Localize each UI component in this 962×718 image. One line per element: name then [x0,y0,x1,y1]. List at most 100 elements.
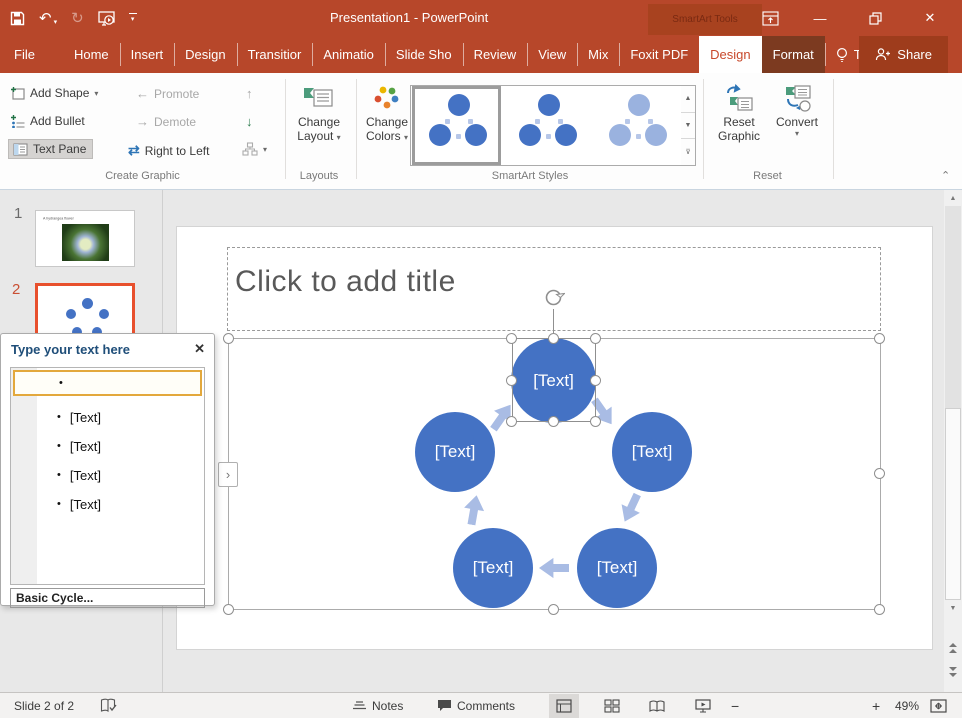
tab-review[interactable]: Review [463,36,528,73]
normal-view-button[interactable] [549,694,579,718]
reading-view-button[interactable] [642,694,672,718]
frame-handle-ne[interactable] [874,333,885,344]
tab-mix[interactable]: Mix [577,36,619,73]
zoom-level[interactable]: 49% [895,693,919,718]
tab-file[interactable]: File [0,36,53,73]
smartart-node-left[interactable]: [Text] [415,412,495,492]
tab-foxit-pdf[interactable]: Foxit PDF [619,36,699,73]
tab-animations[interactable]: Animatio [312,36,385,73]
frame-handle-sw[interactable] [223,604,234,615]
smartart-node-bottom-left[interactable]: [Text] [453,528,533,608]
convert-button[interactable]: Convert ▾ [768,83,826,138]
rotate-handle[interactable] [542,286,565,309]
text-pane-row[interactable]: • [Text] [13,404,202,430]
collapse-ribbon-button[interactable]: ⌃ [941,169,950,182]
notes-button[interactable]: Notes [352,693,403,718]
gallery-scroll-up-button[interactable]: ▲ [681,86,695,113]
text-pane-row[interactable]: • [Text] [13,462,202,488]
change-layout-label-2: Layout [297,129,333,143]
next-slide-button[interactable] [944,664,962,680]
tab-design[interactable]: Design [174,36,236,73]
add-bullet-button[interactable]: Add Bullet [10,114,85,128]
tab-smartart-format[interactable]: Format [762,36,825,73]
undo-button[interactable]: ↶ ▾ [39,11,57,26]
text-pane-row-active[interactable]: • [13,370,202,396]
comments-button[interactable]: Comments [437,693,515,718]
save-icon[interactable] [10,11,25,26]
add-shape-button[interactable]: Add Shape ▾ [10,86,98,100]
shape-handle-se[interactable] [590,416,601,427]
change-colors-button[interactable]: Change Colors ▾ [358,83,416,143]
frame-handle-nw[interactable] [223,333,234,344]
right-to-left-button[interactable]: ⇄ Right to Left [128,142,209,159]
gallery-scroll-down-button[interactable]: ▼ [681,113,695,140]
text-pane-row[interactable]: • [Text] [13,433,202,459]
scroll-down-button[interactable]: ▼ [944,600,962,616]
gallery-more-button[interactable]: ⊽ [681,139,695,165]
tab-insert[interactable]: Insert [120,36,175,73]
tab-home[interactable]: Home [63,36,120,73]
share-button[interactable]: Share [859,36,948,73]
reset-graphic-button[interactable]: Reset Graphic [710,83,768,143]
text-pane-header[interactable]: Type your text here [1,334,214,364]
text-pane-close-icon[interactable]: ✕ [194,341,205,357]
close-button[interactable]: ✕ [910,0,950,36]
smartart-style-gallery [410,85,681,166]
text-pane-row[interactable]: • [Text] [13,491,202,517]
change-layout-button[interactable]: Change Layout ▾ [290,83,348,143]
tab-slideshow[interactable]: Slide Sho [385,36,463,73]
shape-handle-nw[interactable] [506,333,517,344]
shape-handle-n[interactable] [548,333,559,344]
style-option-2[interactable] [502,86,591,165]
tab-transitions[interactable]: Transitior [237,36,313,73]
previous-slide-button[interactable] [944,640,962,656]
fit-slide-to-window-button[interactable] [930,693,947,718]
restore-button[interactable] [855,0,895,36]
slide-indicator[interactable]: Slide 2 of 2 [14,693,74,718]
frame-handle-s[interactable] [548,604,559,615]
scroll-up-button[interactable]: ▲ [944,190,962,206]
text-pane-layout-name[interactable]: Basic Cycle... [10,588,205,608]
group-label-reset: Reset [740,170,795,182]
zoom-in-button[interactable]: + [872,693,880,718]
reading-view-icon [649,699,665,713]
bullet-icon: • [59,377,63,389]
tab-view[interactable]: View [527,36,577,73]
add-shape-label: Add Shape [30,86,89,100]
text-pane-button[interactable]: Text Pane [8,139,93,159]
shape-handle-ne[interactable] [590,333,601,344]
scrollbar-thumb[interactable] [945,408,961,600]
slide-sorter-view-button[interactable] [597,694,627,718]
smartart-node-right[interactable]: [Text] [612,412,692,492]
ribbon-display-options-button[interactable] [750,0,790,36]
style-option-1[interactable] [412,86,501,165]
shape-handle-sw[interactable] [506,416,517,427]
spell-check-icon[interactable] [100,693,117,718]
smartart-node-bottom-right[interactable]: [Text] [577,528,657,608]
text-pane-toggle-button[interactable]: › [218,462,238,487]
slideshow-view-button[interactable] [688,694,718,718]
slide1-thumbnail[interactable]: A hydrangea flower [35,210,135,267]
minimize-button[interactable]: — [800,0,840,36]
frame-handle-e[interactable] [874,468,885,479]
slide2-thumbnail[interactable] [35,283,135,340]
redo-icon[interactable]: ↻ [71,11,84,26]
org-chart-caret: ▾ [263,145,267,154]
frame-handle-se[interactable] [874,604,885,615]
promote-button[interactable]: ← Promote [136,86,199,101]
move-up-button[interactable]: ↑ [246,86,253,101]
reset-graphic-label-1: Reset [710,115,768,129]
start-slideshow-icon[interactable] [98,11,115,26]
shape-handle-w[interactable] [506,375,517,386]
text-pane-body: • • [Text] • [Text] • [Text] • [Text] [10,367,205,585]
org-chart-layout-button[interactable]: ▾ [242,142,267,156]
customize-qat-button[interactable]: ▾ [129,13,137,23]
shape-handle-e[interactable] [590,375,601,386]
zoom-out-button[interactable]: − [731,693,739,718]
demote-button[interactable]: → Demote [136,114,196,129]
style-option-3[interactable] [592,86,681,165]
right-to-left-label: Right to Left [145,144,210,158]
shape-handle-s[interactable] [548,416,559,427]
move-down-button[interactable]: ↓ [246,114,253,129]
tab-smartart-design[interactable]: Design [699,36,761,73]
